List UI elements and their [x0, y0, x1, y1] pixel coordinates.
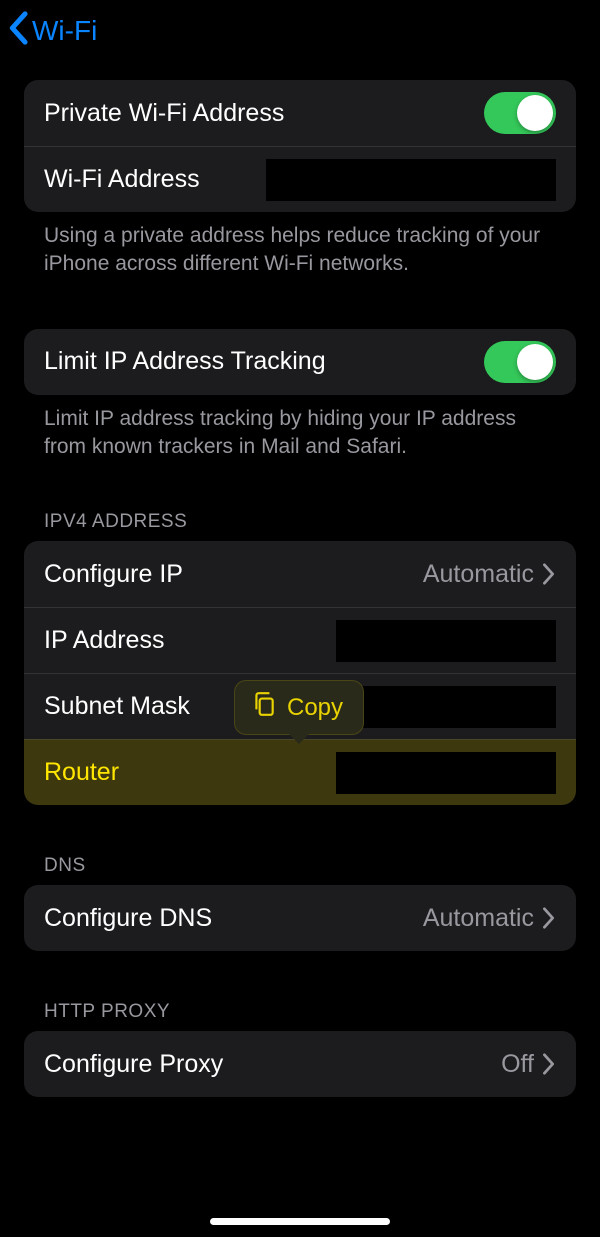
row-label: Configure IP: [44, 560, 183, 589]
section-header-dns: DNS: [24, 855, 576, 885]
section-header-http-proxy: HTTP PROXY: [24, 1001, 576, 1031]
copy-label: Copy: [287, 694, 343, 722]
nav-bar: Wi-Fi: [0, 0, 600, 62]
chevron-right-icon: [542, 1053, 556, 1075]
row-configure-dns[interactable]: Configure DNS Automatic: [24, 885, 576, 951]
row-label: Configure Proxy: [44, 1050, 223, 1079]
subnet-mask-redacted: [346, 686, 556, 728]
switch-limit-ip[interactable]: [484, 341, 556, 383]
group-private-wifi: Private Wi-Fi Address Wi-Fi Address: [24, 80, 576, 212]
row-configure-ip[interactable]: Configure IP Automatic: [24, 541, 576, 607]
home-indicator[interactable]: [210, 1218, 390, 1225]
note-limit-ip: Limit IP address tracking by hiding your…: [24, 395, 576, 462]
group-proxy: Configure Proxy Off: [24, 1031, 576, 1097]
row-label: Subnet Mask: [44, 692, 190, 721]
row-private-wifi-address[interactable]: Private Wi-Fi Address: [24, 80, 576, 146]
section-header-ipv4: IPV4 ADDRESS: [24, 511, 576, 541]
note-private-wifi: Using a private address helps reduce tra…: [24, 212, 576, 279]
switch-private-wifi[interactable]: [484, 92, 556, 134]
row-value: Automatic: [423, 560, 534, 589]
row-ip-address[interactable]: IP Address: [24, 607, 576, 673]
back-button[interactable]: Wi-Fi: [6, 11, 97, 52]
row-label: Limit IP Address Tracking: [44, 347, 326, 376]
chevron-right-icon: [542, 563, 556, 585]
chevron-right-icon: [542, 907, 556, 929]
row-value: Automatic: [423, 904, 534, 933]
chevron-left-icon: [6, 11, 30, 52]
row-configure-proxy[interactable]: Configure Proxy Off: [24, 1031, 576, 1097]
wifi-address-redacted: [266, 159, 556, 201]
row-wifi-address[interactable]: Wi-Fi Address: [24, 146, 576, 212]
copy-icon: [251, 691, 277, 724]
row-limit-ip-tracking[interactable]: Limit IP Address Tracking: [24, 329, 576, 395]
group-ipv4: Configure IP Automatic IP Address Subnet…: [24, 541, 576, 805]
row-label: IP Address: [44, 626, 164, 655]
row-label: Wi-Fi Address: [44, 165, 200, 194]
row-value: Off: [501, 1050, 534, 1079]
row-label: Router: [44, 758, 119, 787]
group-limit-ip: Limit IP Address Tracking: [24, 329, 576, 395]
back-label: Wi-Fi: [32, 15, 97, 47]
row-label: Private Wi-Fi Address: [44, 99, 284, 128]
ip-address-redacted: [336, 620, 556, 662]
row-router[interactable]: Copy Router: [24, 739, 576, 805]
copy-popup[interactable]: Copy: [234, 680, 364, 735]
router-redacted: [336, 752, 556, 794]
nav-title-redacted: [187, 12, 417, 50]
group-dns: Configure DNS Automatic: [24, 885, 576, 951]
row-label: Configure DNS: [44, 904, 212, 933]
